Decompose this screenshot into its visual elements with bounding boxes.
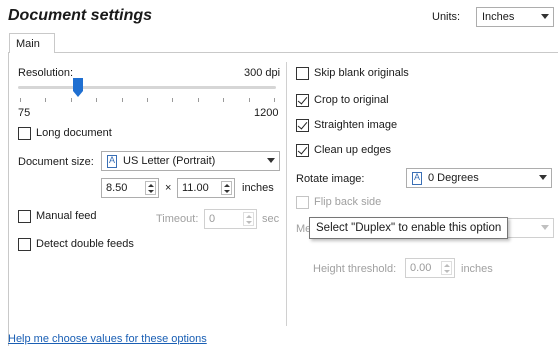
units-label: Units: xyxy=(432,11,461,23)
slider-tick xyxy=(20,98,21,102)
clean-edges-label[interactable]: Clean up edges xyxy=(314,144,391,156)
slider-tick xyxy=(249,98,250,102)
tab-main[interactable]: Main xyxy=(9,33,55,53)
slider-tick xyxy=(274,98,275,102)
width-stepper[interactable]: 8.50 xyxy=(101,178,159,198)
resolution-value: 300 dpi xyxy=(244,67,281,79)
panel-border xyxy=(8,52,9,346)
manual-feed-checkbox[interactable] xyxy=(18,210,31,223)
spin-arrows-icon[interactable] xyxy=(243,212,254,226)
chevron-down-icon xyxy=(541,14,549,19)
crop-label[interactable]: Crop to original xyxy=(314,94,389,106)
height-value: 11.00 xyxy=(182,182,209,194)
document-size-dropdown[interactable]: US Letter (Portrait) xyxy=(101,151,280,171)
timeout-value: 0 xyxy=(209,213,216,225)
resolution-label: Resolution: xyxy=(18,67,74,79)
slider-tick xyxy=(71,98,72,102)
manual-feed-label[interactable]: Manual feed xyxy=(36,210,97,222)
slider-tick xyxy=(172,98,173,102)
column-divider xyxy=(286,62,287,326)
rotate-dropdown[interactable]: 0 Degrees xyxy=(406,168,552,188)
page-title: Document settings xyxy=(8,7,153,24)
document-size-label: Document size: xyxy=(18,156,94,168)
spin-arrows-icon[interactable] xyxy=(145,181,156,195)
document-size-value: US Letter (Portrait) xyxy=(123,155,216,167)
times-sign: × xyxy=(165,182,172,194)
slider-tick xyxy=(96,98,97,102)
long-document-label[interactable]: Long document xyxy=(36,127,112,139)
chevron-down-icon xyxy=(539,175,547,180)
units-dropdown[interactable]: Inches xyxy=(476,7,554,27)
spin-arrows-icon[interactable] xyxy=(441,261,452,275)
skip-blank-checkbox[interactable] xyxy=(296,67,309,80)
straighten-label[interactable]: Straighten image xyxy=(314,119,397,131)
paper-icon xyxy=(412,171,422,185)
resolution-slider-track[interactable] xyxy=(18,86,276,89)
crop-checkbox[interactable] xyxy=(296,94,309,107)
timeout-unit: sec xyxy=(262,213,280,225)
chevron-down-icon xyxy=(541,225,549,230)
height-threshold-label: Height threshold: xyxy=(313,263,397,275)
paper-icon xyxy=(107,154,117,168)
slider-tick xyxy=(223,98,224,102)
help-link[interactable]: Help me choose values for these options xyxy=(8,333,207,345)
resolution-slider-thumb[interactable] xyxy=(73,78,83,97)
timeout-stepper[interactable]: 0 xyxy=(204,209,257,229)
width-value: 8.50 xyxy=(106,182,128,194)
detect-double-feeds-checkbox[interactable] xyxy=(18,238,31,251)
units-value: Inches xyxy=(482,11,515,23)
size-unit: inches xyxy=(242,182,274,194)
slider-tick xyxy=(147,98,148,102)
skip-blank-label[interactable]: Skip blank originals xyxy=(314,67,409,79)
height-threshold-stepper[interactable]: 0.00 xyxy=(405,258,455,278)
flip-back-checkbox[interactable] xyxy=(296,196,309,209)
detect-double-feeds-label[interactable]: Detect double feeds xyxy=(36,238,134,250)
clean-edges-checkbox[interactable] xyxy=(296,144,309,157)
timeout-label: Timeout: xyxy=(156,213,199,225)
height-stepper[interactable]: 11.00 xyxy=(177,178,235,198)
height-threshold-value: 0.00 xyxy=(410,262,432,274)
long-document-checkbox[interactable] xyxy=(18,127,31,140)
chevron-down-icon xyxy=(267,158,275,163)
spin-arrows-icon[interactable] xyxy=(221,181,232,195)
resolution-min: 75 xyxy=(18,107,31,119)
flip-back-label[interactable]: Flip back side xyxy=(314,196,381,208)
tooltip: Select "Duplex" to enable this option xyxy=(309,217,509,239)
height-threshold-unit: inches xyxy=(461,263,493,275)
slider-tick xyxy=(45,98,46,102)
straighten-checkbox[interactable] xyxy=(296,119,309,132)
rotate-label: Rotate image: xyxy=(296,173,365,185)
slider-tick xyxy=(198,98,199,102)
resolution-max: 1200 xyxy=(254,107,279,119)
slider-tick xyxy=(122,98,123,102)
rotate-value: 0 Degrees xyxy=(428,172,479,184)
tab-divider xyxy=(55,52,558,53)
